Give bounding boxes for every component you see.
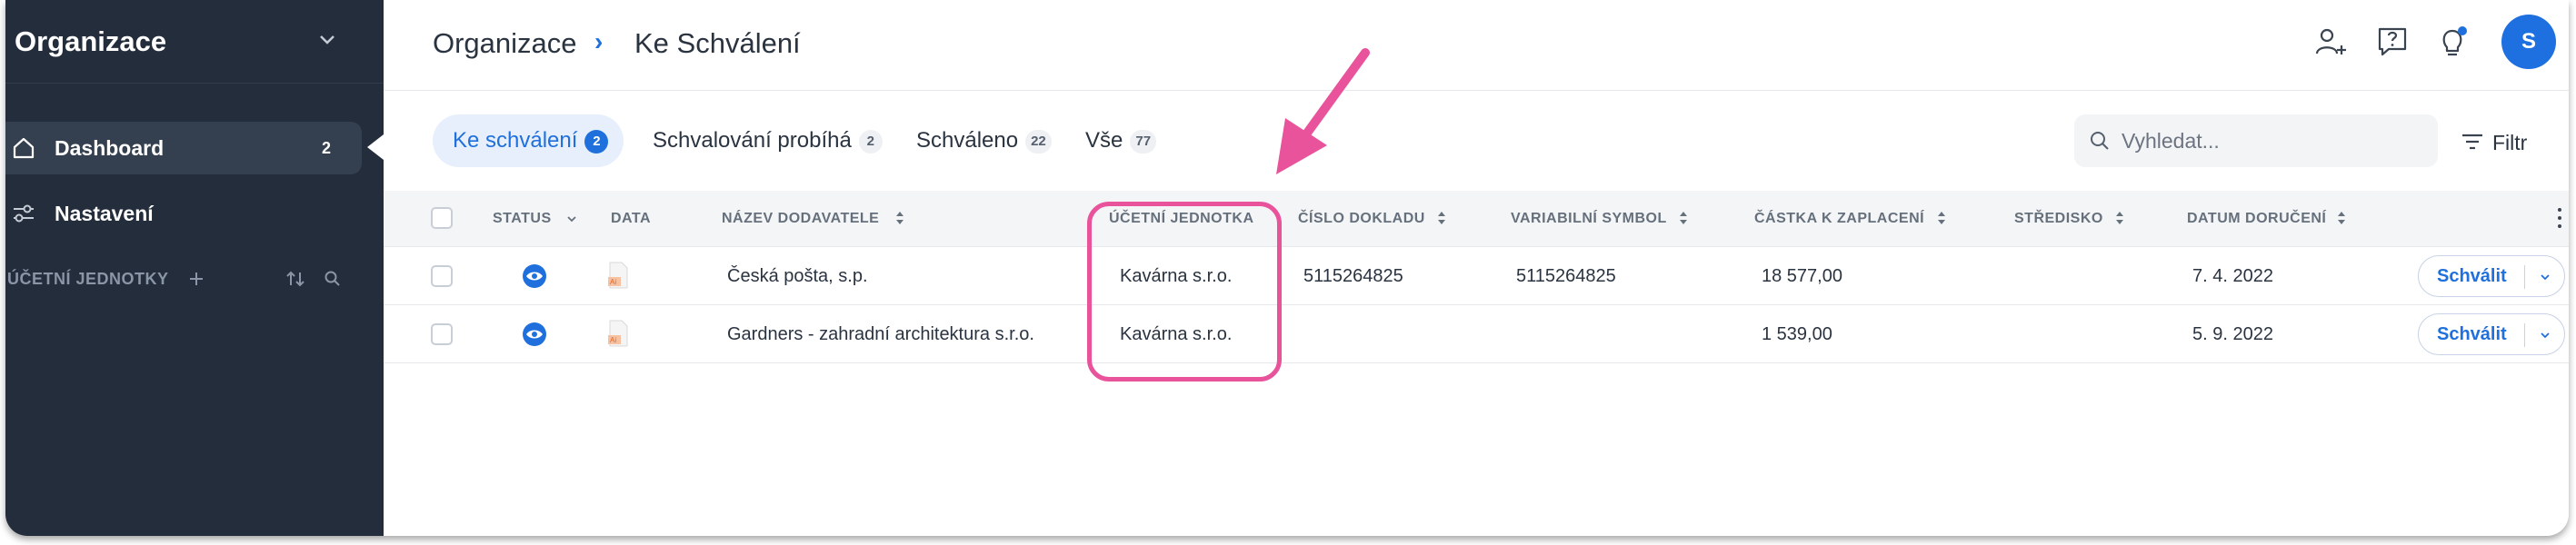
sort-icon[interactable] (1936, 209, 1947, 227)
breadcrumb-root[interactable]: Organizace (433, 27, 577, 60)
column-header-supplier[interactable]: NÁZEV DODAVATELE (722, 211, 879, 227)
button-divider (2524, 323, 2525, 347)
add-user-icon[interactable] (2312, 24, 2349, 60)
column-header-data: DATA (611, 211, 652, 226)
sort-icon[interactable] (285, 270, 305, 288)
sort-icon[interactable] (2336, 209, 2347, 227)
active-indicator (367, 134, 384, 160)
sidebar-item-settings[interactable]: Nastavení (5, 191, 362, 236)
page-title: Ke Schválení (634, 27, 801, 59)
column-header-delivery-date[interactable]: DATUM DORUČENÍ (2187, 211, 2326, 227)
eye-status-icon[interactable] (522, 263, 547, 289)
tab-count-badge: 22 (1025, 129, 1052, 154)
chevron-down-icon[interactable] (565, 213, 578, 225)
tab-label: Schvalování probíhá (653, 128, 852, 153)
approve-label: Schválit (2437, 266, 2507, 286)
delivery-date: 5. 9. 2022 (2192, 324, 2273, 344)
more-vertical-icon[interactable] (2556, 205, 2563, 231)
top-bar: Organizace › Ke Schválení S (384, 0, 2569, 91)
supplier-name: Česká pošta, s.p. (727, 266, 868, 286)
dashboard-count-badge: 2 (322, 139, 332, 157)
column-header-amount[interactable]: ČÁSTKA K ZAPLACENÍ (1754, 211, 1924, 227)
delivery-date: 7. 4. 2022 (2192, 266, 2273, 286)
column-header-cost-center[interactable]: STŘEDISKO (2014, 211, 2103, 227)
table-row[interactable]: Ai Gardners - zahradní architektura s.r.… (384, 305, 2569, 363)
chevron-down-icon[interactable] (2539, 271, 2551, 283)
tab-label: Ke schválení (453, 128, 578, 153)
table-row[interactable]: Ai Česká pošta, s.p. Kavárna s.r.o. 5115… (384, 247, 2569, 305)
approve-button[interactable]: Schválit (2418, 255, 2565, 297)
select-all-checkbox[interactable] (431, 207, 453, 229)
approve-label: Schválit (2437, 324, 2507, 344)
annotation-highlight-box (1087, 202, 1282, 382)
settings-sliders-icon (14, 204, 34, 223)
sort-icon[interactable] (1436, 209, 1447, 227)
chevron-down-icon[interactable] (2539, 329, 2551, 342)
add-unit-icon[interactable] (187, 270, 205, 288)
variable-symbol: 5115264825 (1516, 266, 1616, 286)
avatar[interactable]: S (2501, 15, 2556, 69)
column-header-variable-symbol[interactable]: VARIABILNÍ SYMBOL (1511, 211, 1667, 227)
chevron-down-icon[interactable] (316, 31, 338, 49)
tab-count-badge: 77 (1130, 129, 1157, 154)
home-icon (13, 137, 35, 159)
organization-title: Organizace (15, 25, 167, 57)
table-header: STATUS DATA NÁZEV DODAVATELE ÚČETNÍ JEDN… (384, 191, 2569, 247)
eye-status-icon[interactable] (522, 322, 547, 347)
organization-switcher[interactable]: Organizace (5, 0, 384, 84)
button-divider (2524, 265, 2525, 289)
sidebar-item-label: Nastavení (55, 202, 154, 225)
filter-icon (2462, 134, 2482, 150)
document-number: 5115264825 (1303, 266, 1403, 286)
row-checkbox[interactable] (431, 323, 453, 345)
app-window: Organizace Dashboard 2 Nastavení ÚČETNÍ … (5, 0, 2569, 536)
sort-icon[interactable] (894, 209, 905, 227)
search-input[interactable] (2122, 127, 2421, 154)
approve-button[interactable]: Schválit (2418, 313, 2565, 355)
breadcrumb-separator-icon: › (594, 27, 604, 55)
column-header-status[interactable]: STATUS (493, 211, 552, 227)
ai-file-icon[interactable]: Ai (607, 320, 629, 347)
sort-icon[interactable] (2114, 209, 2125, 227)
tab-approved[interactable]: Schváleno 22 (916, 114, 1052, 167)
sidebar: Organizace Dashboard 2 Nastavení ÚČETNÍ … (5, 0, 384, 536)
svg-text:Ai: Ai (610, 336, 616, 344)
supplier-name: Gardners - zahradní architektura s.r.o. (727, 324, 1034, 344)
column-header-document-number[interactable]: ČÍSLO DOKLADU (1298, 211, 1425, 227)
amount: 1 539,00 (1762, 324, 1832, 344)
svg-text:Ai: Ai (610, 278, 616, 286)
tab-pending-approval[interactable]: Ke schválení 2 (433, 114, 624, 167)
amount: 18 577,00 (1762, 266, 1842, 286)
tab-count-badge: 2 (584, 129, 609, 154)
row-checkbox[interactable] (431, 265, 453, 287)
sort-icon[interactable] (1678, 209, 1689, 227)
sidebar-item-label: Dashboard (55, 136, 165, 160)
lightbulb-icon[interactable] (2434, 24, 2471, 60)
search-box[interactable] (2074, 114, 2438, 167)
sidebar-item-dashboard[interactable]: Dashboard (5, 122, 362, 174)
help-icon[interactable] (2374, 24, 2411, 60)
filter-label: Filtr (2492, 131, 2528, 154)
tab-count-badge: 2 (858, 129, 883, 154)
units-section-label: ÚČETNÍ JEDNOTKY (7, 270, 169, 288)
search-units-icon[interactable] (324, 270, 342, 288)
tab-all[interactable]: Vše 77 (1085, 114, 1157, 167)
tab-label: Schváleno (916, 128, 1019, 153)
tab-label: Vše (1085, 128, 1123, 153)
ai-file-icon[interactable]: Ai (607, 262, 629, 289)
search-icon (2091, 132, 2109, 150)
annotation-arrow-icon (1276, 48, 1370, 174)
tab-approval-in-progress[interactable]: Schvalování probíhá 2 (653, 114, 883, 167)
